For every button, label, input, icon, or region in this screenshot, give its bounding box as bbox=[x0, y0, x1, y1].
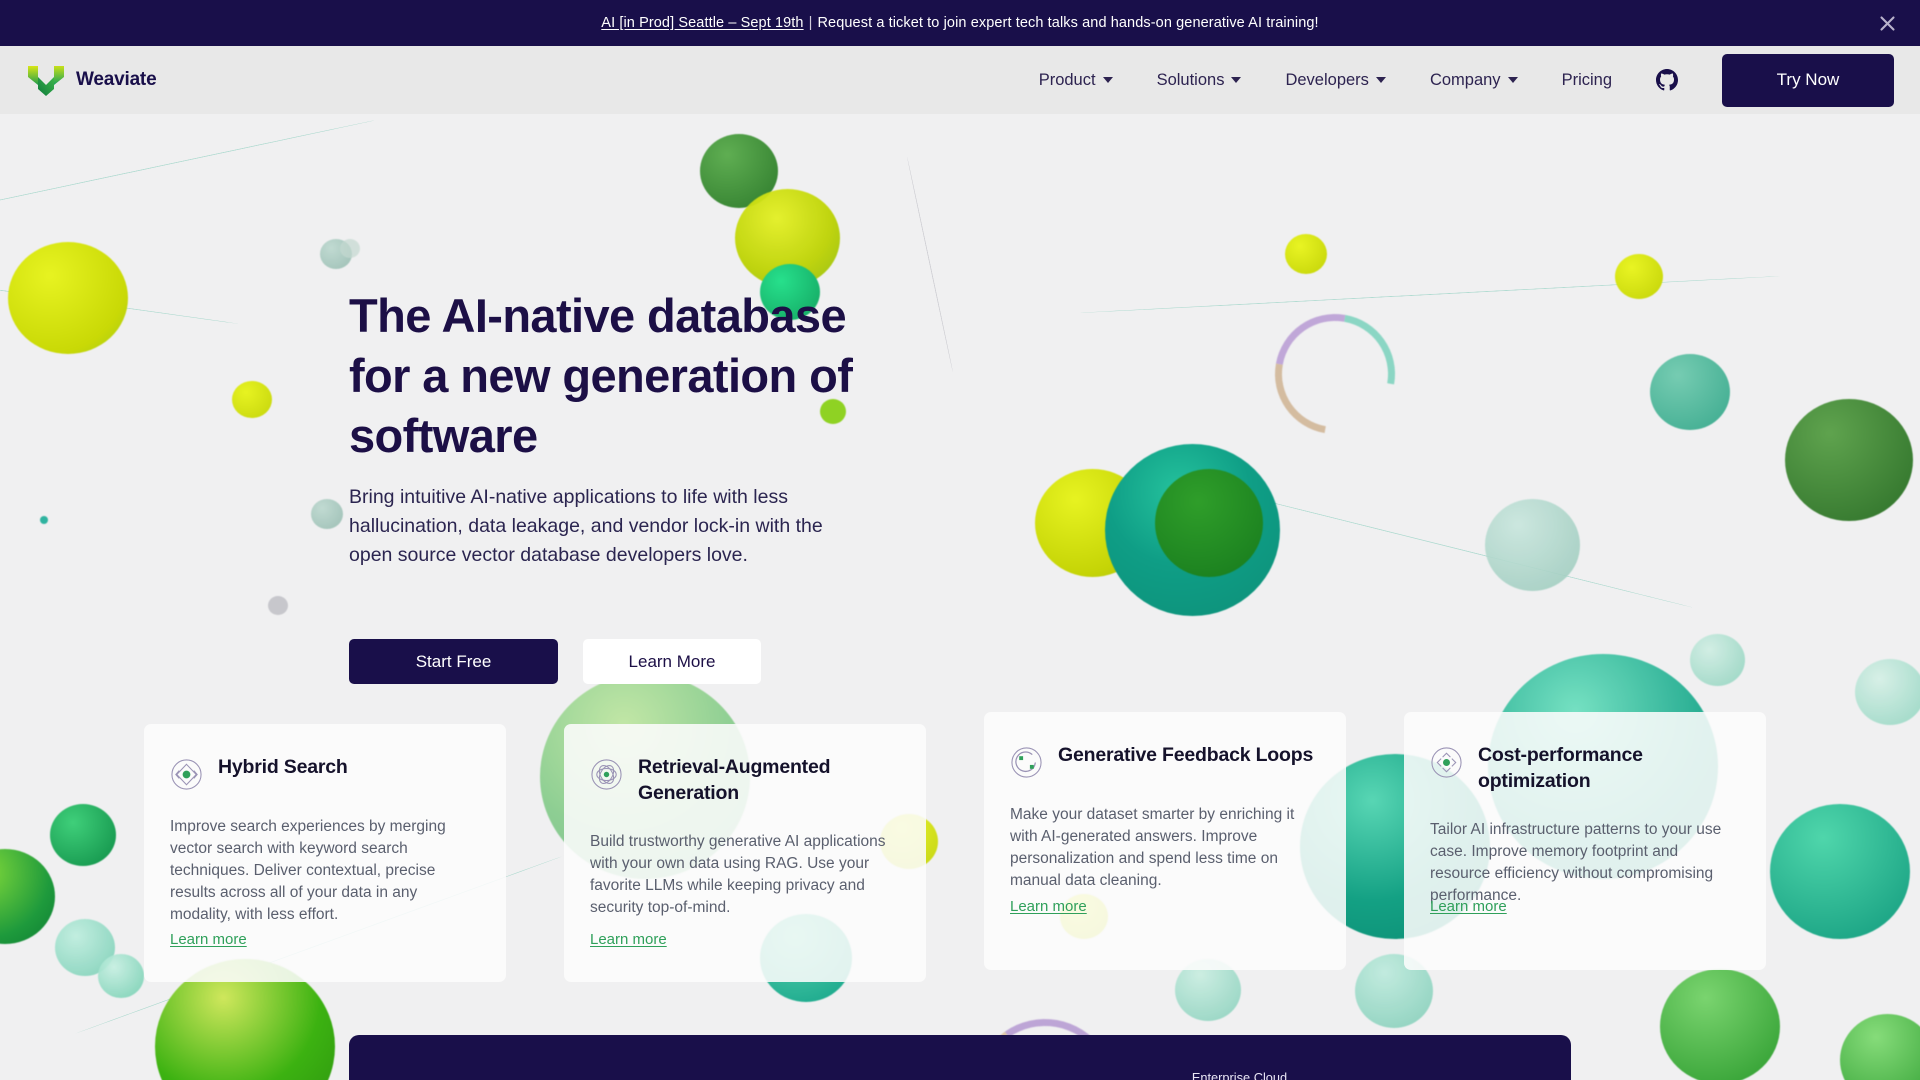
nav-item-developers[interactable]: Developers bbox=[1263, 71, 1407, 90]
announcement-link[interactable]: AI [in Prod] Seattle – Sept 19th bbox=[601, 15, 803, 31]
hybrid-search-icon bbox=[171, 759, 202, 790]
empower-panel: Empower every developer to DEPLOYMENT Se… bbox=[349, 1035, 1571, 1080]
try-now-button[interactable]: Try Now bbox=[1722, 53, 1894, 107]
nav-label: Developers bbox=[1285, 70, 1369, 89]
nav-links: Product Solutions Developers Company Pri… bbox=[1017, 53, 1920, 107]
announcement-separator: | bbox=[808, 15, 813, 31]
announcement-text: AI [in Prod] Seattle – Sept 19th | Request… bbox=[601, 15, 1318, 31]
hero-section: The AI-native database for a new generat… bbox=[0, 114, 1920, 1080]
card-header: Generative Feedback Loops bbox=[1010, 742, 1320, 779]
card-header: Cost-performance optimization bbox=[1430, 742, 1740, 794]
feature-card-rag[interactable]: Retrieval-Augmented Generation Build tru… bbox=[564, 724, 926, 982]
card-title: Cost-performance optimization bbox=[1478, 744, 1643, 792]
main-navigation: Weaviate Product Solutions Developers Co… bbox=[0, 46, 1920, 114]
card-header: Hybrid Search bbox=[170, 754, 480, 791]
card-learn-more-link[interactable]: Learn more bbox=[1010, 898, 1087, 915]
chevron-down-icon bbox=[1231, 77, 1242, 83]
nav-item-company[interactable]: Company bbox=[1408, 71, 1540, 90]
chevron-down-icon bbox=[1507, 77, 1518, 83]
chevron-down-icon bbox=[1375, 77, 1386, 83]
hero-heading: The AI-native database for a new generat… bbox=[349, 289, 853, 462]
announcement-message: Request a ticket to join expert tech tal… bbox=[817, 15, 1319, 31]
card-body: Build trustworthy generative AI applicat… bbox=[590, 833, 886, 916]
nav-item-product[interactable]: Product bbox=[1017, 71, 1135, 90]
brand-logo[interactable]: Weaviate bbox=[26, 63, 157, 97]
card-body: Improve search experiences by merging ve… bbox=[170, 818, 446, 923]
card-learn-more-link[interactable]: Learn more bbox=[1430, 898, 1507, 915]
card-title: Generative Feedback Loops bbox=[1058, 744, 1314, 766]
cost-optimization-icon bbox=[1431, 747, 1462, 778]
feature-card-hybrid-search[interactable]: Hybrid Search Improve search experiences… bbox=[144, 724, 506, 982]
card-title: Retrieval-Augmented Generation bbox=[638, 756, 831, 804]
close-icon[interactable] bbox=[1876, 12, 1898, 34]
deployment-diagram: DEPLOYMENT Serverless Cloud Enterprise C… bbox=[1029, 1045, 1449, 1080]
chevron-down-icon bbox=[1102, 77, 1113, 83]
card-body: Make your dataset smarter by enriching i… bbox=[1010, 806, 1295, 889]
feature-card-feedback-loops[interactable]: Generative Feedback Loops Make your data… bbox=[984, 712, 1346, 970]
weaviate-logo-icon bbox=[28, 66, 64, 96]
announcement-banner: AI [in Prod] Seattle – Sept 19th | Request… bbox=[0, 0, 1920, 46]
nav-item-pricing[interactable]: Pricing bbox=[1540, 71, 1634, 90]
feature-card-list: Hybrid Search Improve search experiences… bbox=[144, 712, 1766, 982]
card-header: Retrieval-Augmented Generation bbox=[590, 754, 900, 806]
card-body: Tailor AI infrastructure patterns to you… bbox=[1430, 821, 1722, 904]
feedback-loop-icon bbox=[1011, 747, 1042, 778]
card-learn-more-link[interactable]: Learn more bbox=[170, 931, 247, 948]
feature-card-cost-optimization[interactable]: Cost-performance optimization Tailor AI … bbox=[1404, 712, 1766, 970]
nav-label: Product bbox=[1038, 70, 1096, 89]
nav-item-solutions[interactable]: Solutions bbox=[1135, 71, 1264, 90]
rag-atom-icon bbox=[591, 759, 622, 790]
card-learn-more-link[interactable]: Learn more bbox=[590, 931, 667, 948]
card-title: Hybrid Search bbox=[218, 756, 348, 778]
nav-label: Company bbox=[1429, 70, 1501, 89]
learn-more-button[interactable]: Learn More bbox=[583, 639, 761, 684]
hero-cta-group: Start Free Learn More bbox=[349, 639, 761, 684]
hero-subheading: Bring intuitive AI-native applications t… bbox=[349, 486, 823, 566]
github-icon[interactable] bbox=[1634, 69, 1700, 91]
nav-label: Solutions bbox=[1156, 70, 1225, 89]
deployment-node-label-enterprise: Enterprise Cloud bbox=[1191, 1070, 1288, 1080]
brand-name: Weaviate bbox=[76, 69, 157, 90]
nav-label: Pricing bbox=[1561, 70, 1612, 89]
start-free-button[interactable]: Start Free bbox=[349, 639, 558, 684]
